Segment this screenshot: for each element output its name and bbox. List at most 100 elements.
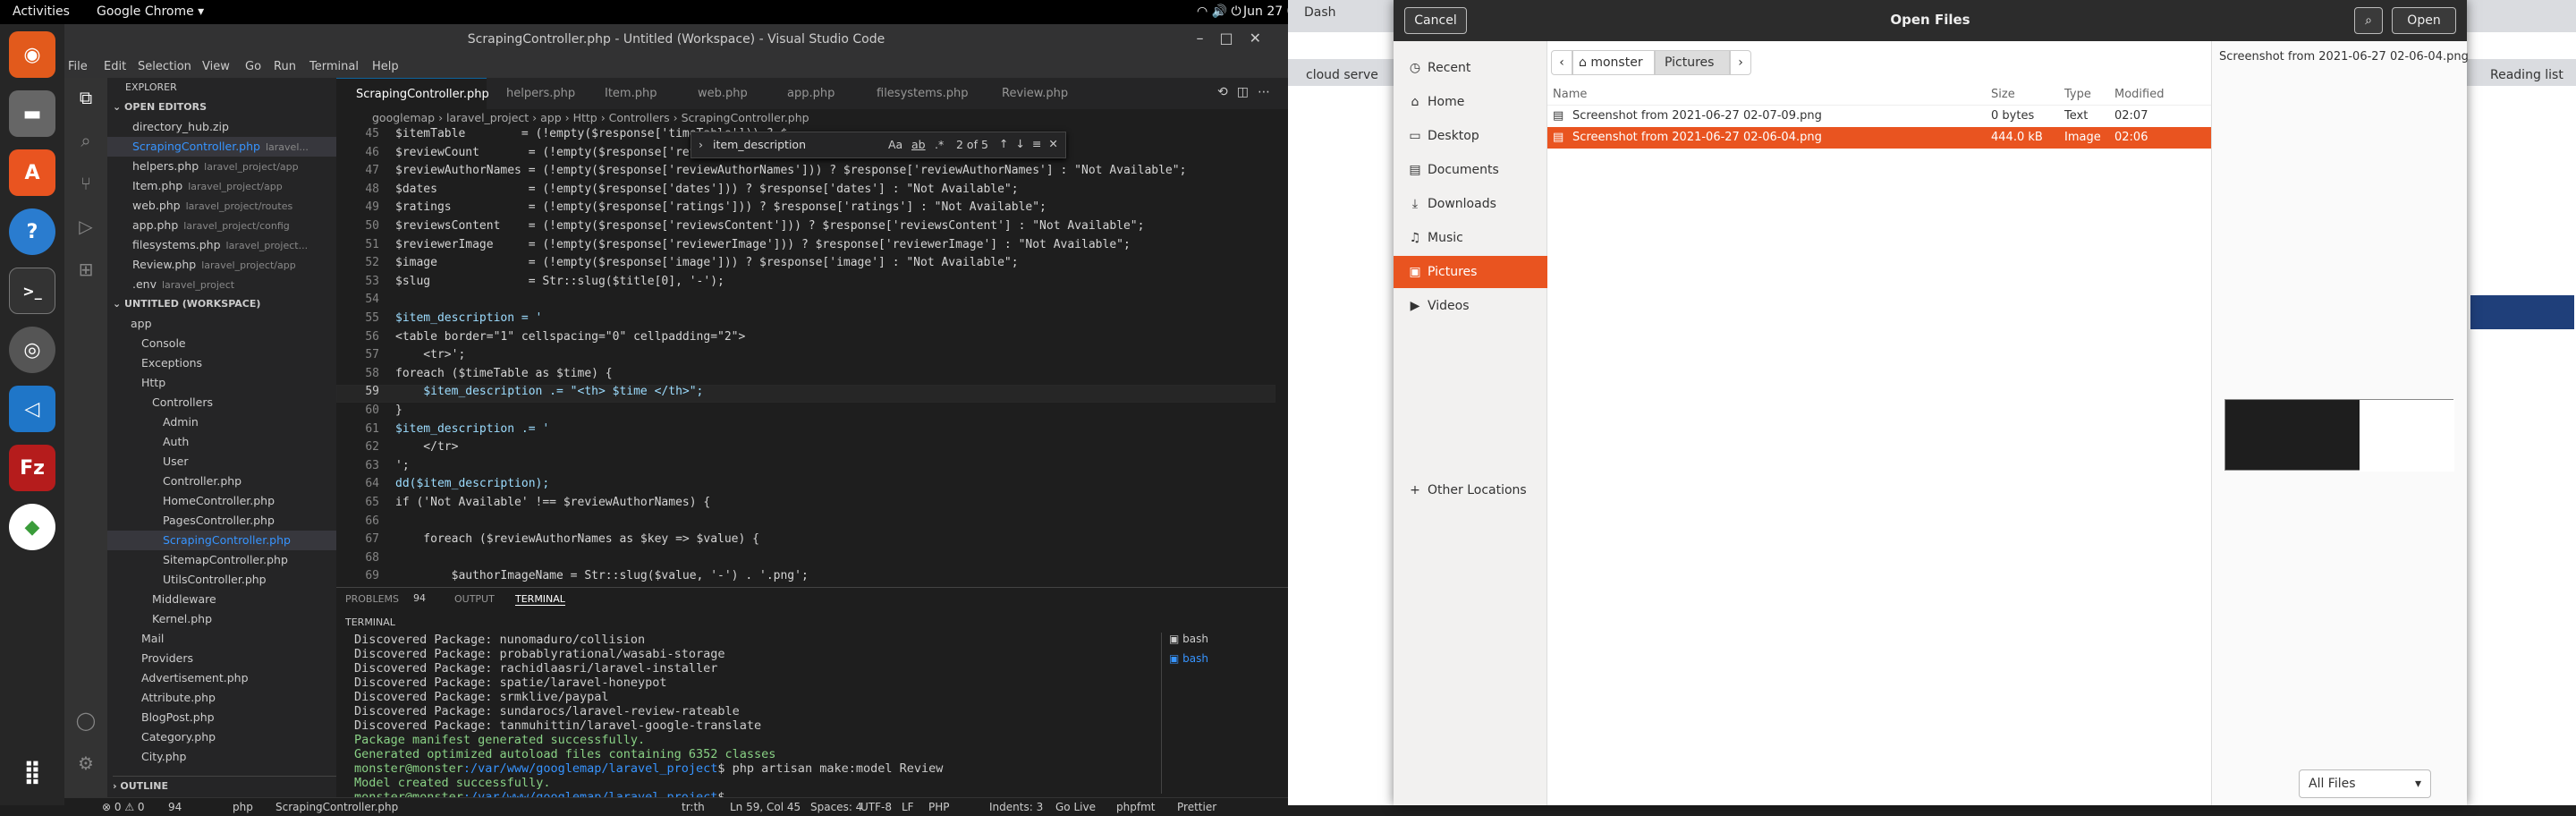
path-forward-icon[interactable]: › (1730, 50, 1751, 75)
tree-item[interactable]: Middleware (107, 590, 336, 609)
code-line[interactable]: <table border="1" cellspacing="0" cellpa… (395, 330, 745, 344)
tree-item[interactable]: HomeController.php (107, 491, 336, 511)
open-editor-item[interactable]: directory_hub.zip (107, 117, 336, 137)
tree-item[interactable]: BlogPost.php (107, 708, 336, 727)
menu-edit[interactable]: Edit (104, 60, 126, 73)
software-icon[interactable]: A (9, 149, 55, 196)
place-recent[interactable]: ◷ Recent (1394, 52, 1547, 84)
shell-tab[interactable]: ▣ bash (1169, 633, 1208, 645)
open-button[interactable]: Open (2392, 7, 2456, 34)
tree-item[interactable]: City.php (107, 747, 336, 767)
place-home[interactable]: ⌂ Home (1394, 86, 1547, 118)
code-line[interactable]: $reviewAuthorNames = (!empty($response['… (395, 164, 1186, 177)
tree-item[interactable]: ScrapingController.php (107, 531, 336, 550)
tree-item[interactable]: Attribute.php (107, 688, 336, 708)
spaces-status[interactable]: Spaces: 4 (810, 801, 862, 813)
open-editor-item[interactable]: ScrapingController.php laravel... (107, 137, 336, 157)
code-line[interactable]: $image = (!empty($response['image'])) ? … (395, 256, 1019, 269)
tree-item[interactable]: Controller.php (107, 472, 336, 491)
account-icon[interactable]: ◯ (72, 706, 100, 735)
code-line[interactable]: $item_description = ' (395, 311, 542, 325)
run-debug-icon[interactable]: ▷ (72, 212, 100, 241)
code-line[interactable]: $item_description .= ' (395, 422, 549, 436)
bookmark-item[interactable]: cloud serve (1306, 68, 1378, 82)
menu-help[interactable]: Help (372, 60, 399, 73)
mongodb-icon[interactable]: ◆ (9, 504, 55, 550)
help-icon[interactable]: ? (9, 208, 55, 255)
prettier-status[interactable]: Prettier (1177, 801, 1216, 813)
filezilla-icon[interactable]: Fz (9, 445, 55, 491)
tab-filesystems[interactable]: filesystems.php (857, 78, 982, 109)
eol-status[interactable]: LF (902, 801, 914, 813)
path-home[interactable]: ⌂ monster (1572, 50, 1655, 75)
show-apps-icon[interactable]: ⣿ (9, 749, 55, 795)
chevron-right-icon[interactable]: › (699, 138, 703, 151)
window-controls[interactable]: –□✕ (1196, 30, 1277, 47)
language-status[interactable]: PHP (928, 801, 950, 813)
wifi-icon[interactable]: ◠ 🔊 ⏻ (1197, 4, 1241, 19)
lang-php[interactable]: php (233, 801, 253, 813)
file-filter-select[interactable]: All Files ▾ (2299, 769, 2431, 798)
go-live-button[interactable]: Go Live (1055, 801, 1096, 813)
tree-item[interactable]: Advertisement.php (107, 668, 336, 688)
tab-review[interactable]: Review.php (982, 78, 1089, 109)
code-line[interactable]: $ratings = (!empty($response['ratings'])… (395, 200, 1046, 214)
cursor-position[interactable]: Ln 59, Col 45 (730, 801, 801, 813)
source-control-icon[interactable]: ⑂ (72, 169, 100, 198)
chrome-icon[interactable]: ◎ (9, 327, 55, 373)
menu-go[interactable]: Go (245, 60, 261, 73)
status-tag[interactable]: tr:th (682, 801, 705, 813)
gear-icon[interactable]: ⚙ (72, 749, 100, 778)
col-type[interactable]: Type (2064, 84, 2091, 106)
app-menu[interactable]: Google Chrome ▾ (97, 4, 204, 19)
tab-app[interactable]: app.php (767, 78, 857, 109)
open-editor-item[interactable]: app.php laravel_project/config (107, 216, 336, 235)
open-editor-item[interactable]: filesystems.php laravel_project... (107, 235, 336, 255)
tree-item[interactable]: Console (107, 334, 336, 353)
menu-run[interactable]: Run (274, 60, 296, 73)
indents-status[interactable]: Indents: 3 (989, 801, 1043, 813)
tab-output[interactable]: OUTPUT (454, 593, 495, 605)
whole-word-toggle[interactable]: ab (911, 138, 926, 151)
menu-file[interactable]: File (68, 60, 88, 73)
code-line[interactable]: $reviewerImage = (!empty($response['revi… (395, 238, 1131, 251)
chrome-tab[interactable]: Dash (1304, 5, 1336, 20)
code-line[interactable]: '; (395, 459, 410, 472)
code-line[interactable]: $authorImageName = Str::slug($value, '-'… (395, 569, 809, 582)
search-icon[interactable]: ⌕ (72, 126, 100, 155)
menu-selection[interactable]: Selection (138, 60, 191, 73)
tree-item[interactable]: Controllers (107, 393, 336, 412)
tab-problems[interactable]: PROBLEMS (345, 593, 399, 605)
breadcrumb[interactable]: googlemap › laravel_project › app › Http… (336, 109, 1288, 127)
reading-list[interactable]: Reading list (2490, 68, 2563, 82)
place-documents[interactable]: ▤ Documents (1394, 154, 1547, 186)
place-pictures[interactable]: ▣ Pictures (1394, 256, 1547, 288)
tab-helpers[interactable]: helpers.php (487, 78, 585, 109)
code-line[interactable]: } (395, 404, 402, 417)
place-desktop[interactable]: ▭ Desktop (1394, 120, 1547, 152)
tree-item[interactable]: Providers (107, 649, 336, 668)
place-other-locations[interactable]: + Other Locations (1394, 474, 1547, 506)
path-back-icon[interactable]: ‹ (1551, 50, 1572, 75)
search-icon[interactable]: ⌕ (2354, 7, 2383, 34)
info-status[interactable]: 94 (168, 801, 182, 813)
path-pictures[interactable]: Pictures (1655, 50, 1730, 75)
code-line[interactable]: foreach ($reviewAuthorNames as $key => $… (395, 532, 759, 546)
tree-item[interactable]: UtilsController.php (107, 570, 336, 590)
col-size[interactable]: Size (1991, 84, 2015, 106)
code-line[interactable]: </tr> (395, 440, 458, 454)
menu-terminal[interactable]: Terminal (309, 60, 359, 73)
editor-actions[interactable]: ⟲◫⋯ (1217, 85, 1279, 99)
phpfmt-status[interactable]: phpfmt (1116, 801, 1155, 813)
tree-item[interactable]: Auth (107, 432, 336, 452)
open-editor-item[interactable]: helpers.php laravel_project/app (107, 157, 336, 176)
code-line[interactable]: $reviewsContent = (!empty($response['rev… (395, 219, 1144, 233)
code-line[interactable]: <tr>'; (395, 348, 465, 361)
status-file[interactable]: ScrapingController.php (275, 801, 398, 813)
tree-item[interactable]: Admin (107, 412, 336, 432)
code-line[interactable]: if ('Not Available' !== $reviewAuthorNam… (395, 496, 710, 509)
tab-item[interactable]: Item.php (585, 78, 678, 109)
col-modified[interactable]: Modified (2114, 84, 2164, 106)
menu-view[interactable]: View (202, 60, 230, 73)
code-line[interactable]: foreach ($timeTable as $time) { (395, 367, 613, 380)
